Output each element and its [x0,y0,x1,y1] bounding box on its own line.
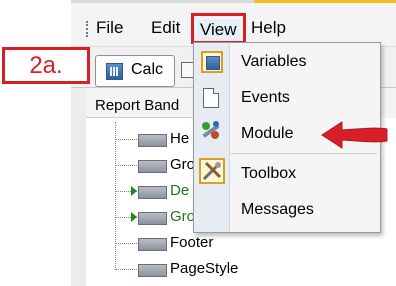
menu-item-events[interactable]: Events [231,80,381,116]
tree-connector [115,269,137,270]
band-label: Gro [170,208,196,225]
step-label: 2a. [2,47,90,84]
band-icon [138,238,167,251]
menu-separator [231,153,377,154]
tree-connector [115,139,137,140]
menu-edit[interactable]: Edit [151,17,180,39]
view-menu-highlight-box [191,13,246,44]
band-label: He [170,130,190,147]
band-label: Footer [170,234,214,251]
band-icon [138,134,167,147]
window-accent-strip [254,0,396,3]
expand-arrow-icon[interactable] [131,186,137,196]
menu-item-variables[interactable]: Variables [231,44,381,80]
expand-arrow-icon[interactable] [131,212,137,222]
calculator-icon [106,63,123,80]
calc-button-label: Calc [131,61,164,78]
band-icon [138,160,167,173]
menu-file[interactable]: File [96,17,123,39]
tree-connector [115,165,137,166]
band-icon [138,186,167,199]
tree-connector-line [115,122,116,268]
band-icon [138,212,167,225]
menu-item-label: Messages [241,201,314,218]
report-bands-header: Report Band [86,94,196,118]
module-icon [202,121,220,139]
band-label: PageStyle [170,260,239,277]
band-label: De [170,182,190,199]
variables-icon [201,51,223,73]
menu-item-label: Events [241,89,290,106]
toolbox-icon [199,158,225,184]
menu-help[interactable]: Help [251,17,286,39]
events-icon [203,88,219,108]
menu-item-messages[interactable]: Messages [231,192,381,228]
band-icon [138,264,167,277]
menu-item-toolbox[interactable]: Toolbox [231,156,381,192]
menu-item-label: Module [241,125,294,142]
menu-grip-handle[interactable] [86,21,88,37]
menu-item-label: Toolbox [241,165,297,182]
tree-connector [115,243,137,244]
pointer-arrow-icon [321,121,388,149]
band-label: Gro [170,156,196,173]
menu-item-label: Variables [241,53,307,70]
